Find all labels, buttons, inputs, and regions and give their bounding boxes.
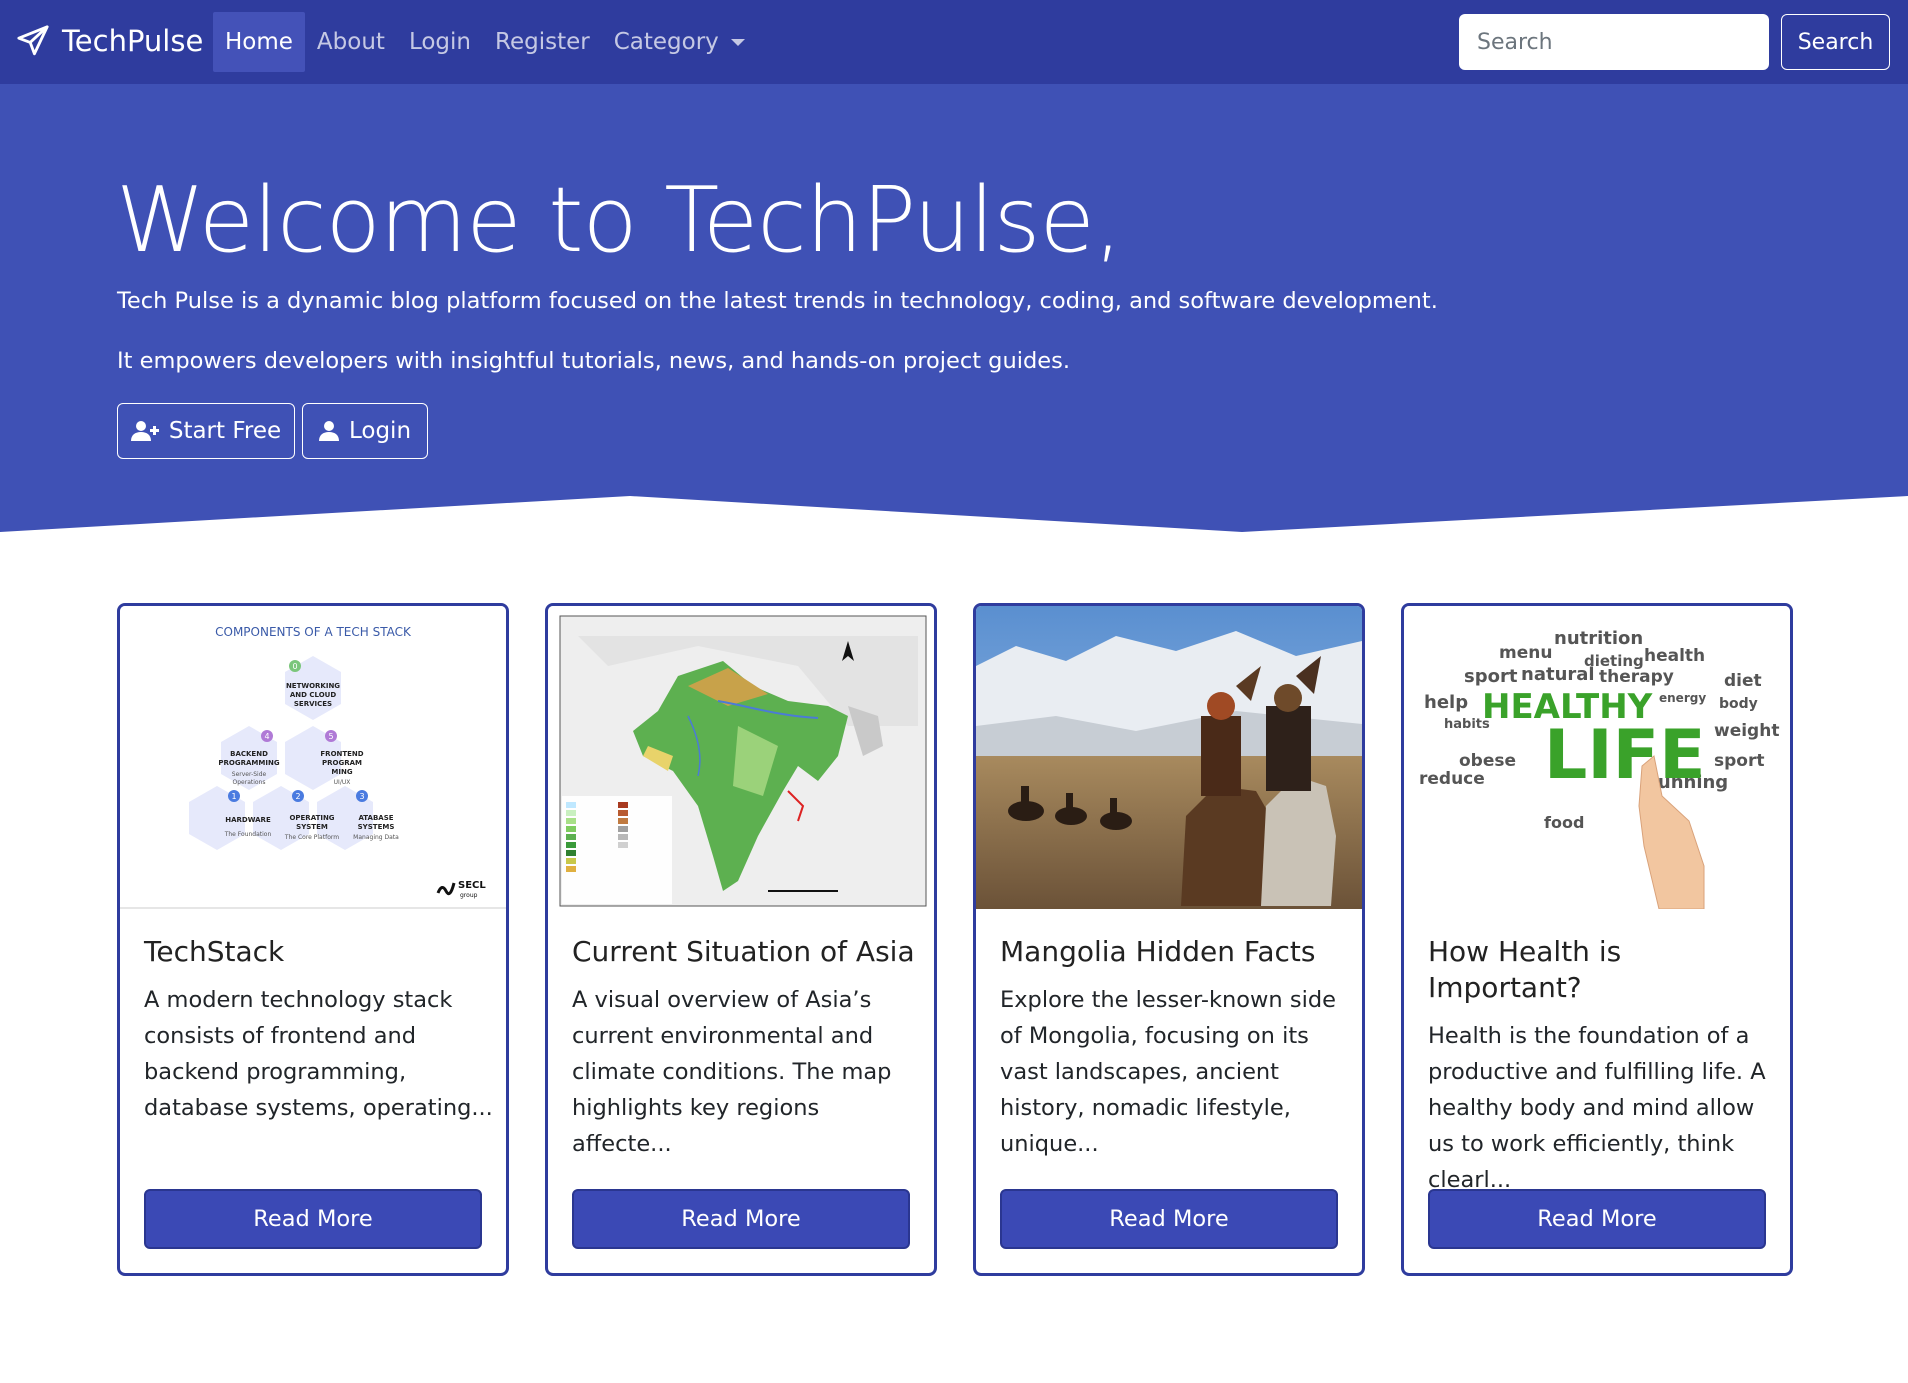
card-mongolia: Mangolia Hidden Facts Explore the lesser…: [973, 603, 1365, 1276]
card-techstack: COMPONENTS OF A TECH STACK 0 NETWORKING …: [117, 603, 509, 1276]
read-more-button[interactable]: Read More: [1000, 1189, 1338, 1249]
svg-text:1: 1: [231, 792, 236, 801]
healthy-life-word-cloud: nutrition menu health dieting sport natu…: [1404, 606, 1790, 909]
svg-text:weight: weight: [1714, 721, 1779, 741]
nav-category-dropdown[interactable]: Category: [602, 12, 757, 72]
svg-text:SYSTEM: SYSTEM: [296, 823, 328, 831]
nav-home[interactable]: Home: [213, 12, 305, 72]
chevron-down-icon: [730, 38, 745, 46]
svg-text:Server-Side: Server-Side: [232, 771, 267, 778]
svg-text:group: group: [460, 892, 478, 899]
hero-login-label: Login: [348, 418, 412, 444]
card-title: Mangolia Hidden Facts: [1000, 935, 1316, 968]
read-more-button[interactable]: Read More: [572, 1189, 910, 1249]
svg-text:AND CLOUD: AND CLOUD: [290, 691, 337, 699]
start-free-label: Start Free: [168, 418, 282, 444]
card-text: A visual overview of Asia’s current envi…: [572, 987, 892, 1157]
card-title: How Health is Important?: [1428, 935, 1622, 1004]
svg-text:SERVICES: SERVICES: [294, 700, 332, 708]
nav-login[interactable]: Login: [397, 12, 483, 72]
svg-text:3: 3: [359, 792, 364, 801]
svg-text:Operations: Operations: [233, 779, 266, 786]
svg-text:BACKEND: BACKEND: [230, 750, 268, 758]
brand-logo[interactable]: TechPulse: [16, 24, 203, 58]
paper-plane-icon: [17, 25, 49, 56]
svg-text:The Core Platform: The Core Platform: [284, 834, 339, 841]
mongolia-photo: [976, 606, 1362, 909]
brand-name: TechPulse: [62, 24, 204, 58]
svg-text:PROGRAM: PROGRAM: [322, 759, 362, 767]
svg-text:natural: natural: [1521, 664, 1595, 685]
hero-title: Welcome to TechPulse,: [116, 168, 1122, 273]
svg-text:body: body: [1719, 696, 1758, 712]
life-word: LIFE: [1544, 716, 1706, 795]
svg-text:MING: MING: [331, 768, 352, 776]
card-title: Current Situation of Asia: [572, 935, 915, 968]
card-text: Health is the foundation of a productive…: [1428, 1023, 1766, 1193]
svg-text:SYSTEMS: SYSTEMS: [358, 823, 395, 831]
read-more-button[interactable]: Read More: [144, 1189, 482, 1249]
svg-text:0: 0: [292, 662, 297, 671]
svg-text:Managing Data: Managing Data: [353, 834, 399, 841]
top-navbar: TechPulse Home About Login Register Cate…: [0, 0, 1908, 84]
svg-text:5: 5: [328, 732, 333, 741]
svg-text:FRONTEND: FRONTEND: [320, 750, 363, 758]
card-asia: Current Situation of Asia A visual overv…: [545, 603, 937, 1276]
svg-text:OPERATING: OPERATING: [289, 814, 334, 822]
nav-about[interactable]: About: [305, 12, 397, 72]
svg-text:menu: menu: [1499, 643, 1552, 663]
svg-text:help: help: [1424, 692, 1468, 713]
user-plus-icon: [130, 421, 159, 441]
svg-text:SECL: SECL: [458, 880, 486, 891]
infographic-heading: COMPONENTS OF A TECH STACK: [215, 625, 412, 639]
svg-text:HARDWARE: HARDWARE: [225, 816, 271, 824]
card-title: TechStack: [144, 935, 285, 968]
card-text: A modern technology stack consists of fr…: [144, 987, 493, 1121]
svg-text:NETWORKING: NETWORKING: [286, 682, 340, 690]
user-icon: [318, 421, 339, 441]
svg-text:UI/UX: UI/UX: [334, 779, 351, 786]
svg-text:therapy: therapy: [1599, 667, 1674, 687]
hero-login-button[interactable]: Login: [302, 403, 428, 459]
techstack-infographic: COMPONENTS OF A TECH STACK 0 NETWORKING …: [120, 606, 506, 909]
svg-text:The Foundation: The Foundation: [224, 831, 272, 838]
svg-text:health: health: [1644, 646, 1705, 666]
card-health: nutrition menu health dieting sport natu…: [1401, 603, 1793, 1276]
hero-description-2: It empowers developers with insightful t…: [117, 348, 1070, 374]
nav-register[interactable]: Register: [483, 12, 602, 72]
svg-text:4: 4: [264, 732, 269, 741]
svg-text:energy: energy: [1659, 691, 1706, 705]
svg-text:2: 2: [295, 792, 300, 801]
asia-elevation-map: [548, 606, 934, 909]
nav-links: Home About Login Register Category: [213, 12, 757, 72]
svg-text:sport: sport: [1714, 751, 1764, 771]
search-input[interactable]: [1459, 14, 1769, 70]
nav-category-label: Category: [613, 29, 719, 55]
start-free-button[interactable]: Start Free: [117, 403, 295, 459]
hero-description-1: Tech Pulse is a dynamic blog platform fo…: [117, 288, 1438, 314]
search-button[interactable]: Search: [1781, 14, 1890, 70]
read-more-button[interactable]: Read More: [1428, 1189, 1766, 1249]
svg-text:PROGRAMMING: PROGRAMMING: [218, 759, 279, 767]
svg-text:ATABASE: ATABASE: [358, 814, 393, 822]
svg-text:reduce: reduce: [1419, 769, 1485, 789]
svg-text:nutrition: nutrition: [1554, 628, 1643, 649]
svg-text:diet: diet: [1724, 671, 1762, 691]
svg-text:sport: sport: [1464, 666, 1518, 687]
svg-text:obese: obese: [1459, 751, 1516, 771]
card-text: Explore the lesser-known side of Mongoli…: [1000, 987, 1336, 1157]
svg-text:food: food: [1544, 813, 1584, 832]
